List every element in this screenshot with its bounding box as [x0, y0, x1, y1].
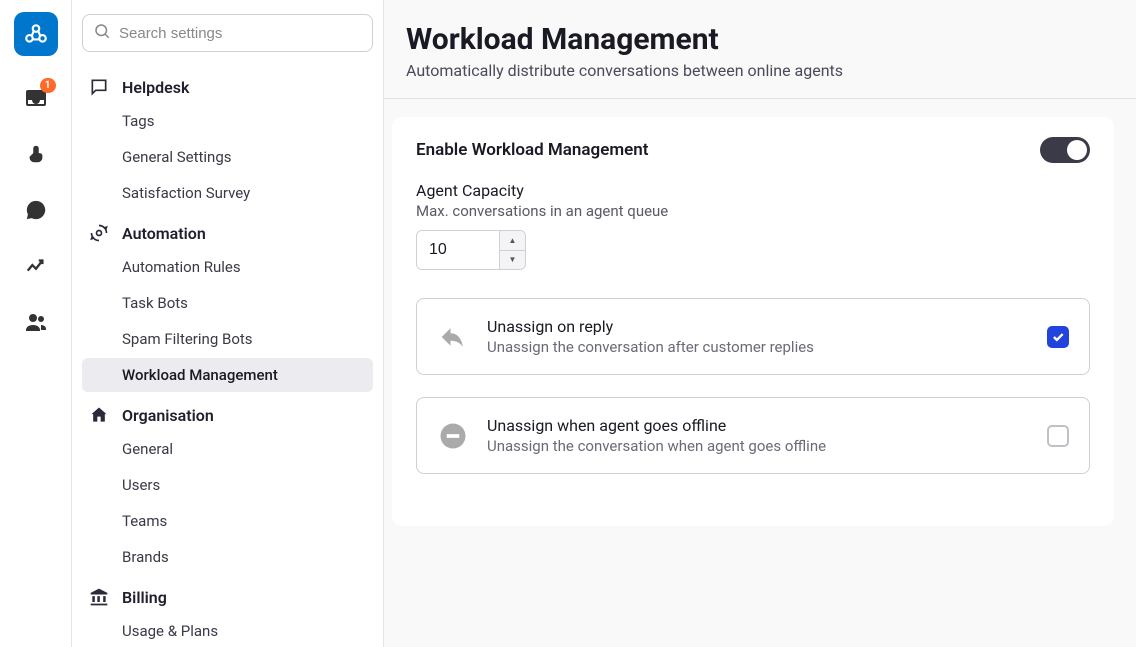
- capacity-input-wrap: ▲ ▼: [416, 230, 526, 270]
- page-header: Workload Management Automatically distri…: [384, 22, 1136, 99]
- app-rail: 1: [0, 0, 72, 647]
- chat-bubble-icon: [88, 76, 110, 98]
- nav-general[interactable]: General: [82, 432, 373, 466]
- nav-satisfaction-survey[interactable]: Satisfaction Survey: [82, 176, 373, 210]
- main-content: Workload Management Automatically distri…: [384, 0, 1136, 647]
- nav-tags[interactable]: Tags: [82, 104, 373, 138]
- section-helpdesk[interactable]: Helpdesk: [82, 66, 373, 104]
- nav-usage-plans[interactable]: Usage & Plans: [82, 614, 373, 647]
- nav-task-bots[interactable]: Task Bots: [82, 286, 373, 320]
- section-title: Helpdesk: [122, 78, 189, 97]
- option-title: Unassign when agent goes offline: [487, 416, 1029, 435]
- app-logo[interactable]: [14, 12, 58, 56]
- nav-teams[interactable]: Teams: [82, 504, 373, 538]
- option-desc: Unassign the conversation when agent goe…: [487, 437, 1029, 455]
- option-text: Unassign when agent goes offline Unassig…: [487, 416, 1029, 455]
- inbox-badge: 1: [40, 78, 56, 93]
- nav-users[interactable]: Users: [82, 468, 373, 502]
- people-icon[interactable]: [22, 308, 50, 336]
- gear-cycle-icon: [88, 222, 110, 244]
- spinner: ▲ ▼: [499, 231, 525, 269]
- section-organisation[interactable]: Organisation: [82, 394, 373, 432]
- enable-label: Enable Workload Management: [416, 140, 648, 160]
- nav-spam-filtering-bots[interactable]: Spam Filtering Bots: [82, 322, 373, 356]
- option-text: Unassign on reply Unassign the conversat…: [487, 317, 1029, 356]
- sidebar-nav: Helpdesk Tags General Settings Satisfact…: [82, 66, 373, 647]
- section-title: Automation: [122, 224, 206, 243]
- search-field[interactable]: [82, 14, 373, 52]
- option-reply-checkbox[interactable]: [1047, 326, 1069, 348]
- nav-general-settings[interactable]: General Settings: [82, 140, 373, 174]
- reply-arrow-icon: [437, 321, 469, 353]
- page-subtitle: Automatically distribute conversations b…: [406, 61, 1136, 80]
- section-title: Billing: [122, 588, 167, 607]
- section-title: Organisation: [122, 406, 214, 425]
- search-input[interactable]: [119, 25, 362, 42]
- option-offline-checkbox[interactable]: [1047, 425, 1069, 447]
- nav-brands[interactable]: Brands: [82, 540, 373, 574]
- spin-up-button[interactable]: ▲: [500, 231, 525, 251]
- option-unassign-offline: Unassign when agent goes offline Unassig…: [416, 397, 1090, 474]
- page-title: Workload Management: [406, 22, 1136, 57]
- option-title: Unassign on reply: [487, 317, 1029, 336]
- capacity-input[interactable]: [417, 231, 499, 269]
- nav-automation-rules[interactable]: Automation Rules: [82, 250, 373, 284]
- enable-row: Enable Workload Management: [416, 137, 1090, 163]
- capacity-sublabel: Max. conversations in an agent queue: [416, 202, 1090, 220]
- toggle-knob: [1067, 140, 1087, 160]
- reports-icon[interactable]: [22, 252, 50, 280]
- capacity-label: Agent Capacity: [416, 181, 1090, 200]
- section-automation[interactable]: Automation: [82, 212, 373, 250]
- enable-toggle[interactable]: [1040, 137, 1090, 163]
- spin-down-button[interactable]: ▼: [500, 251, 525, 270]
- option-desc: Unassign the conversation after customer…: [487, 338, 1029, 356]
- chat-icon[interactable]: [22, 196, 50, 224]
- settings-card: Enable Workload Management Agent Capacit…: [392, 117, 1114, 526]
- bank-icon: [88, 586, 110, 608]
- option-unassign-reply: Unassign on reply Unassign the conversat…: [416, 298, 1090, 375]
- touch-icon[interactable]: [22, 140, 50, 168]
- settings-sidebar: Helpdesk Tags General Settings Satisfact…: [72, 0, 384, 647]
- section-billing[interactable]: Billing: [82, 576, 373, 614]
- offline-circle-icon: [437, 420, 469, 452]
- nav-workload-management[interactable]: Workload Management: [82, 358, 373, 392]
- inbox-icon[interactable]: 1: [22, 84, 50, 112]
- home-icon: [88, 404, 110, 426]
- search-icon: [93, 22, 111, 44]
